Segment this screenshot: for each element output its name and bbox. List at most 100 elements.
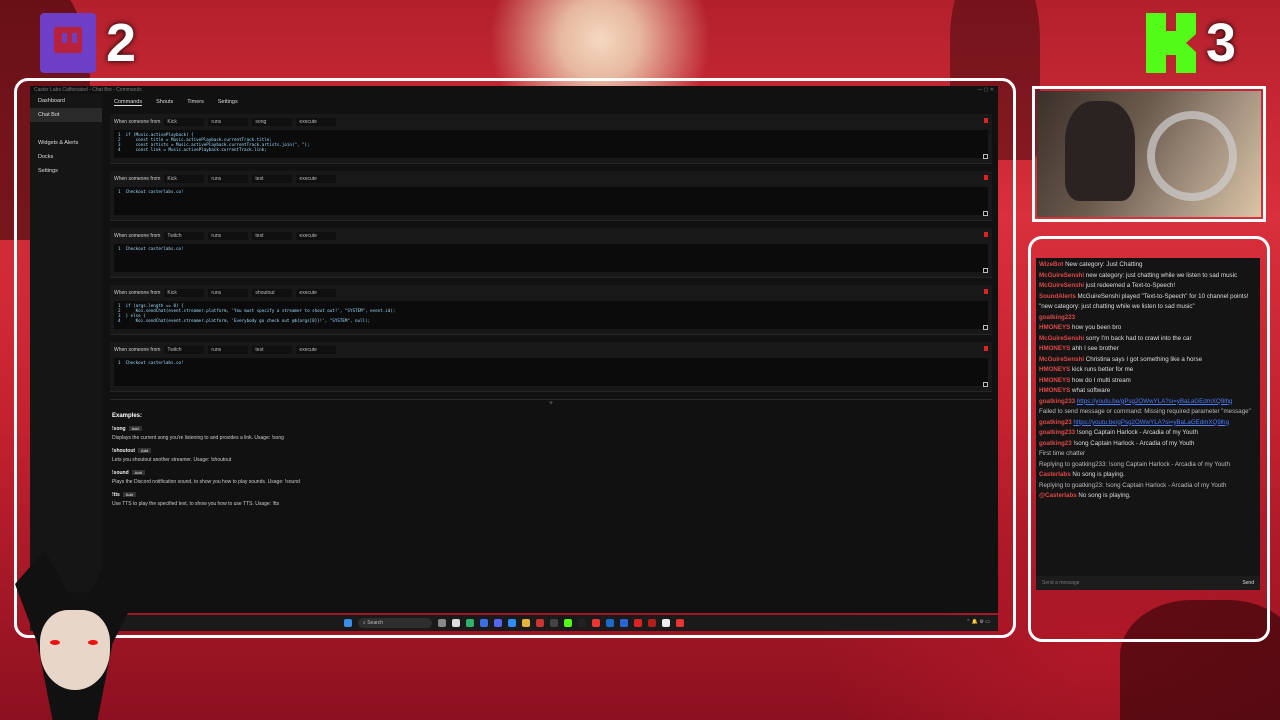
platform-select[interactable]: Kick: [164, 289, 205, 297]
delete-icon[interactable]: [984, 175, 988, 180]
obs-icon[interactable]: [592, 619, 600, 627]
chat-username[interactable]: HMONEYS: [1039, 324, 1070, 331]
add-command-button[interactable]: +: [110, 399, 992, 407]
mode-select[interactable]: runs: [208, 175, 249, 183]
windows-start-icon[interactable]: [344, 619, 352, 627]
chat-link[interactable]: https://youtu.be/gPsg2OWwYLA?si=yBaLaGEd…: [1077, 398, 1233, 405]
record-icon[interactable]: [634, 619, 642, 627]
tab-commands[interactable]: Commands: [114, 99, 143, 106]
sidebar-item-widgets[interactable]: Widgets & Alerts: [30, 136, 102, 150]
taskbar: ⌕ Search ⌃ 🔔 ⚙ ▭: [30, 615, 998, 631]
send-button[interactable]: Send: [1242, 580, 1254, 586]
chat-username[interactable]: goatking23: [1039, 440, 1072, 447]
expand-icon[interactable]: [983, 382, 988, 387]
chrome-icon[interactable]: [466, 619, 474, 627]
trigger-input[interactable]: test: [252, 232, 293, 240]
davinci-icon[interactable]: [648, 619, 656, 627]
tab-timers[interactable]: Timers: [187, 99, 204, 106]
mode-select[interactable]: runs: [208, 232, 249, 240]
discord-icon[interactable]: [494, 619, 502, 627]
system-tray[interactable]: ⌃ 🔔 ⚙ ▭: [966, 619, 990, 625]
kick-app-icon[interactable]: [564, 619, 572, 627]
chat-username[interactable]: goatking223: [1039, 314, 1075, 321]
chat-input[interactable]: Send a message: [1042, 580, 1080, 586]
example-add-button[interactable]: Add: [131, 470, 145, 475]
code-editor[interactable]: 1 Checkout casterlabs.co!: [114, 358, 988, 386]
app-icon[interactable]: [508, 619, 516, 627]
chat-username[interactable]: SoundAlerts: [1039, 293, 1076, 300]
expand-icon[interactable]: [983, 154, 988, 159]
notepad-icon[interactable]: [452, 619, 460, 627]
mode-select[interactable]: runs: [208, 118, 249, 126]
caffeinated-icon[interactable]: [536, 619, 544, 627]
trigger-input[interactable]: song: [252, 118, 293, 126]
tab-settings[interactable]: Settings: [218, 99, 238, 106]
action-select[interactable]: execute: [296, 175, 337, 183]
expand-icon[interactable]: [983, 211, 988, 216]
chat-username[interactable]: McGuireSenshi: [1039, 335, 1084, 342]
chat-username[interactable]: WizeBot: [1039, 261, 1063, 268]
chat-message: McGuireSenshi sorry I'm back had to craw…: [1039, 334, 1257, 345]
window-controls[interactable]: — ▢ ✕: [977, 87, 994, 93]
notes-icon[interactable]: [662, 619, 670, 627]
chat-username[interactable]: McGuireSenshi: [1039, 282, 1084, 289]
file-explorer-icon[interactable]: [522, 619, 530, 627]
tab-shouts[interactable]: Shouts: [156, 99, 173, 106]
chat-username[interactable]: goatking233: [1039, 398, 1075, 405]
expand-icon[interactable]: [983, 325, 988, 330]
action-select[interactable]: execute: [296, 232, 337, 240]
chat-link[interactable]: https://youtu.be/gPsg2OWwYLA?si=yBaLaGEd…: [1073, 419, 1229, 426]
edge-icon[interactable]: [480, 619, 488, 627]
chat-text: New category: Just Chatting: [1065, 261, 1143, 268]
action-select[interactable]: execute: [296, 289, 337, 297]
steam-icon[interactable]: [578, 619, 586, 627]
sidebar-item-dashboard[interactable]: Dashboard: [30, 94, 102, 108]
platform-select[interactable]: Twitch: [164, 346, 205, 354]
platform-select[interactable]: Kick: [164, 175, 205, 183]
task-view-icon[interactable]: [438, 619, 446, 627]
example-add-button[interactable]: Add: [122, 492, 136, 497]
action-select[interactable]: execute: [296, 118, 337, 126]
chat-username[interactable]: goatking233: [1039, 429, 1075, 436]
chat-username[interactable]: HMONEYS: [1039, 345, 1070, 352]
trigger-input[interactable]: test: [252, 346, 293, 354]
chat-username[interactable]: goatking23: [1039, 419, 1072, 426]
taskbar-search[interactable]: ⌕ Search: [358, 618, 432, 628]
trigger-input[interactable]: shoutout: [252, 289, 293, 297]
mail-icon[interactable]: [620, 619, 628, 627]
chat-username[interactable]: Casterlabs: [1039, 471, 1071, 478]
delete-icon[interactable]: [984, 118, 988, 123]
delete-icon[interactable]: [984, 289, 988, 294]
sidebar-item-docks[interactable]: Docks: [30, 150, 102, 164]
example-add-button[interactable]: Add: [138, 448, 152, 453]
code-editor[interactable]: 1 Checkout casterlabs.co!: [114, 244, 988, 272]
platform-select[interactable]: Kick: [164, 118, 205, 126]
chat-text: new category: just chatting while we lis…: [1085, 271, 1238, 279]
delete-icon[interactable]: [984, 232, 988, 237]
terminal-icon[interactable]: [550, 619, 558, 627]
chat-username[interactable]: @Casterlabs: [1039, 492, 1077, 499]
expand-icon[interactable]: [983, 268, 988, 273]
kick-viewer-badge: 3: [1146, 12, 1236, 74]
code-editor[interactable]: 1 Checkout casterlabs.co!: [114, 187, 988, 215]
mode-select[interactable]: runs: [208, 289, 249, 297]
platform-select[interactable]: Twitch: [164, 232, 205, 240]
example-add-button[interactable]: Add: [128, 426, 142, 431]
command-config-row: When someone from Kick runs song execute: [110, 114, 992, 130]
recorder-icon[interactable]: [676, 619, 684, 627]
chat-username[interactable]: McGuireSenshi: [1039, 356, 1084, 363]
code-editor[interactable]: 1 if (Music.activePlayback) {2 const tit…: [114, 130, 988, 158]
chat-username[interactable]: HMONEYS: [1039, 366, 1070, 373]
delete-icon[interactable]: [984, 346, 988, 351]
trigger-input[interactable]: test: [252, 175, 293, 183]
action-select[interactable]: execute: [296, 346, 337, 354]
chat-username[interactable]: HMONEYS: [1039, 387, 1070, 394]
chat-username[interactable]: HMONEYS: [1039, 377, 1070, 384]
mode-select[interactable]: runs: [208, 346, 249, 354]
window-title: Caster Labs Caffeinated - Chat Bot - Com…: [34, 87, 142, 93]
vscode-icon[interactable]: [606, 619, 614, 627]
sidebar-item-chat-bot[interactable]: Chat Bot: [30, 108, 102, 122]
code-editor[interactable]: 1 if (args.length == 0) {2 Koi.sendChat(…: [114, 301, 988, 329]
chat-username[interactable]: McGuireSenshi: [1039, 272, 1084, 279]
sidebar-item-settings[interactable]: Settings: [30, 164, 102, 178]
